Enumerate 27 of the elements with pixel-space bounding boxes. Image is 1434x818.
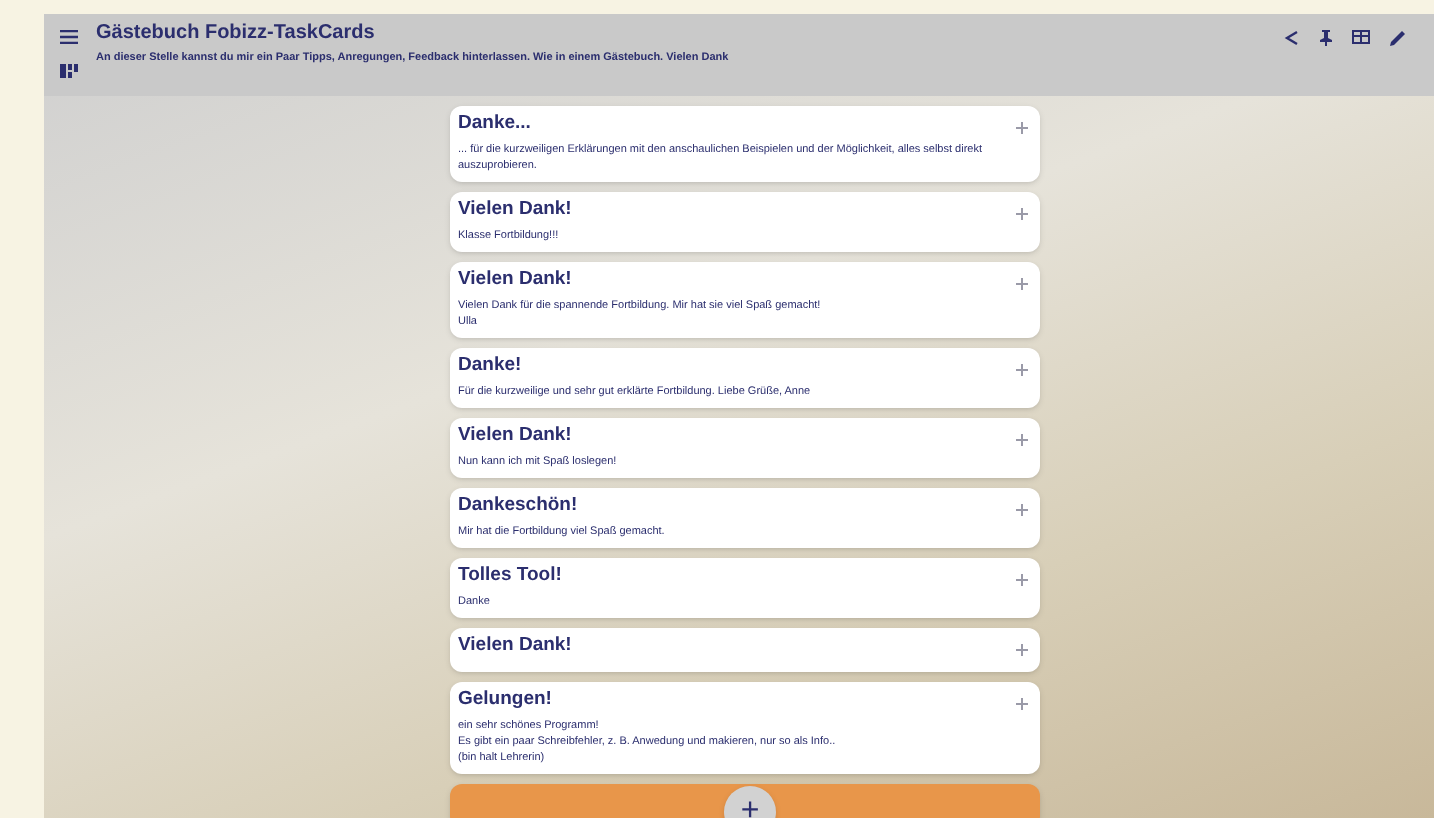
pencil-icon[interactable] [1390,30,1406,46]
drag-handle-icon[interactable] [1016,278,1028,290]
card-title: Vielen Dank! [458,632,572,658]
card-title: Tolles Tool! [458,562,562,588]
card[interactable]: Vielen Dank! [450,628,1040,672]
menu-icon[interactable] [59,30,77,44]
drag-handle-icon[interactable] [1016,698,1028,710]
card-title: Vielen Dank! [458,266,572,292]
drag-handle-icon[interactable] [1016,644,1028,656]
board-title: Gästebuch Fobizz-TaskCards [96,20,377,48]
card-title: Danke... [458,110,531,136]
card[interactable] [450,784,1040,818]
drag-handle-icon[interactable] [1016,364,1028,376]
drag-handle-icon[interactable] [1016,434,1028,446]
pin-icon[interactable] [1320,30,1332,46]
card-title: Vielen Dank! [458,422,572,448]
share-icon[interactable] [1284,30,1300,46]
board-icon[interactable] [59,64,77,78]
card-title: Vielen Dank! [458,196,572,222]
card-title: Gelungen! [458,686,552,712]
drag-handle-icon[interactable] [1016,208,1028,220]
drag-handle-icon[interactable] [1016,504,1028,516]
drag-handle-icon[interactable] [1016,122,1028,134]
card-title: Dankeschön! [458,492,578,518]
drag-handle-icon[interactable] [1016,574,1028,586]
card-title: Danke! [458,352,522,378]
layout-icon[interactable] [1352,30,1370,44]
